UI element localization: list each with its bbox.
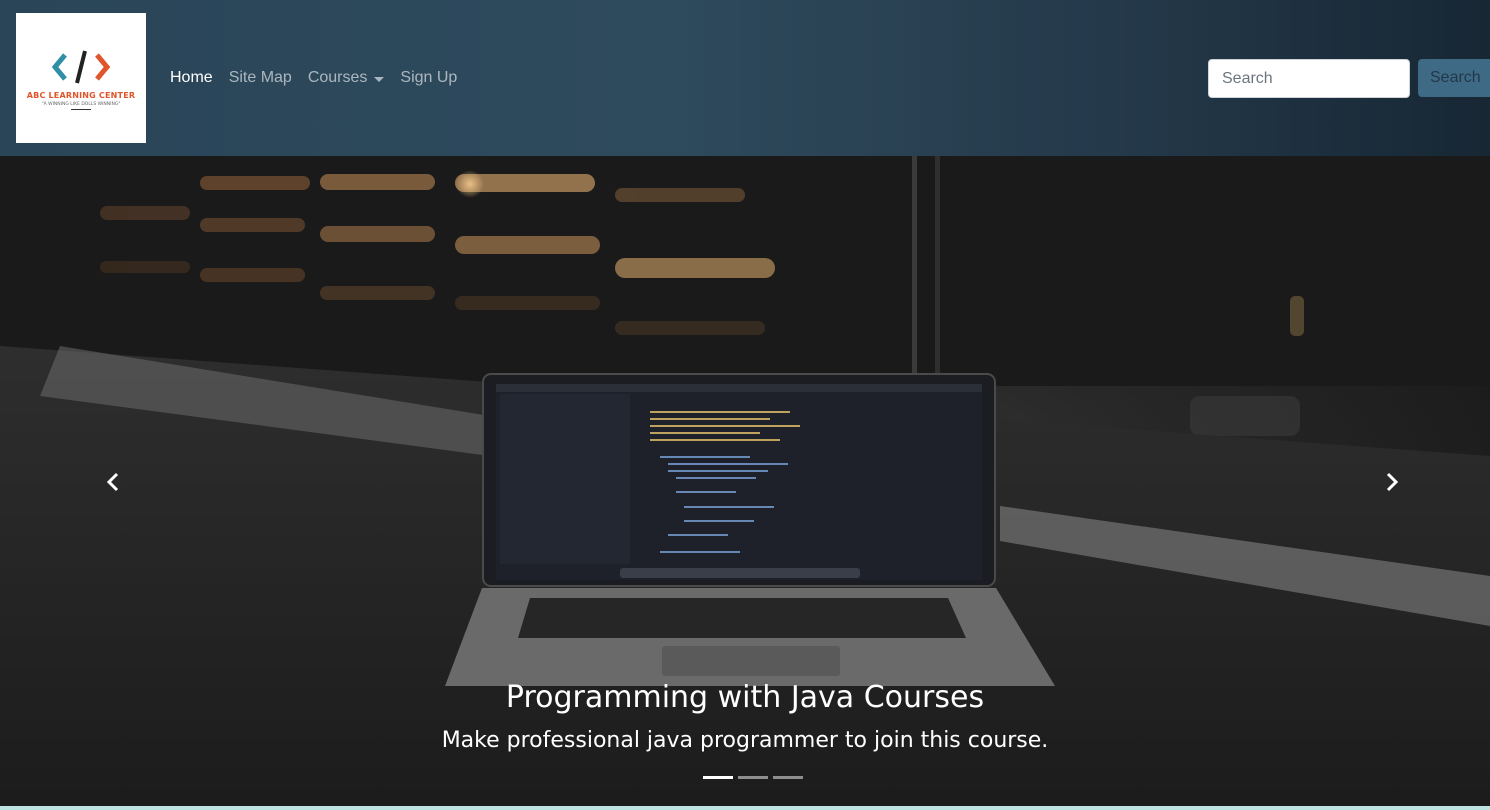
brand-logo[interactable]: ABC LEARNING CENTER "A WINNING LIKE DOLL… [16, 13, 146, 143]
nav-home[interactable]: Home [170, 69, 213, 87]
code-brackets-icon [51, 50, 111, 83]
logo-divider [71, 108, 91, 110]
carousel-caption-subtitle: Make professional java programmer to joi… [441, 728, 1049, 753]
chevron-right-icon [1386, 472, 1399, 492]
nav-courses-label: Courses [307, 69, 368, 86]
carousel-next-button[interactable] [1372, 462, 1412, 502]
carousel-indicator-1[interactable] [703, 776, 733, 779]
search-input[interactable] [1208, 59, 1410, 98]
navbar: ABC LEARNING CENTER "A WINNING LIKE DOLL… [0, 0, 1490, 156]
carousel-indicator-2[interactable] [738, 776, 768, 779]
carousel-indicators [703, 776, 803, 779]
search-button[interactable]: Search [1418, 59, 1490, 97]
carousel-prev-button[interactable] [93, 462, 133, 502]
nav-sign-up[interactable]: Sign Up [400, 69, 457, 87]
carousel-indicator-3[interactable] [773, 776, 803, 779]
logo-tagline: "A WINNING LIKE DOLLS WINNING" [41, 101, 121, 107]
main-nav: Home Site Map Courses Sign Up [170, 66, 473, 90]
caret-down-icon [374, 76, 385, 82]
nav-courses-dropdown[interactable]: Courses [308, 69, 385, 87]
nav-site-map[interactable]: Site Map [229, 69, 292, 87]
chevron-left-icon [106, 472, 119, 492]
hero-carousel: Programming with Java Courses Make profe… [0, 156, 1490, 806]
carousel-caption-title: Programming with Java Courses [505, 680, 985, 715]
page-bottom-strip [0, 806, 1490, 810]
logo-title: ABC LEARNING CENTER [26, 90, 136, 100]
